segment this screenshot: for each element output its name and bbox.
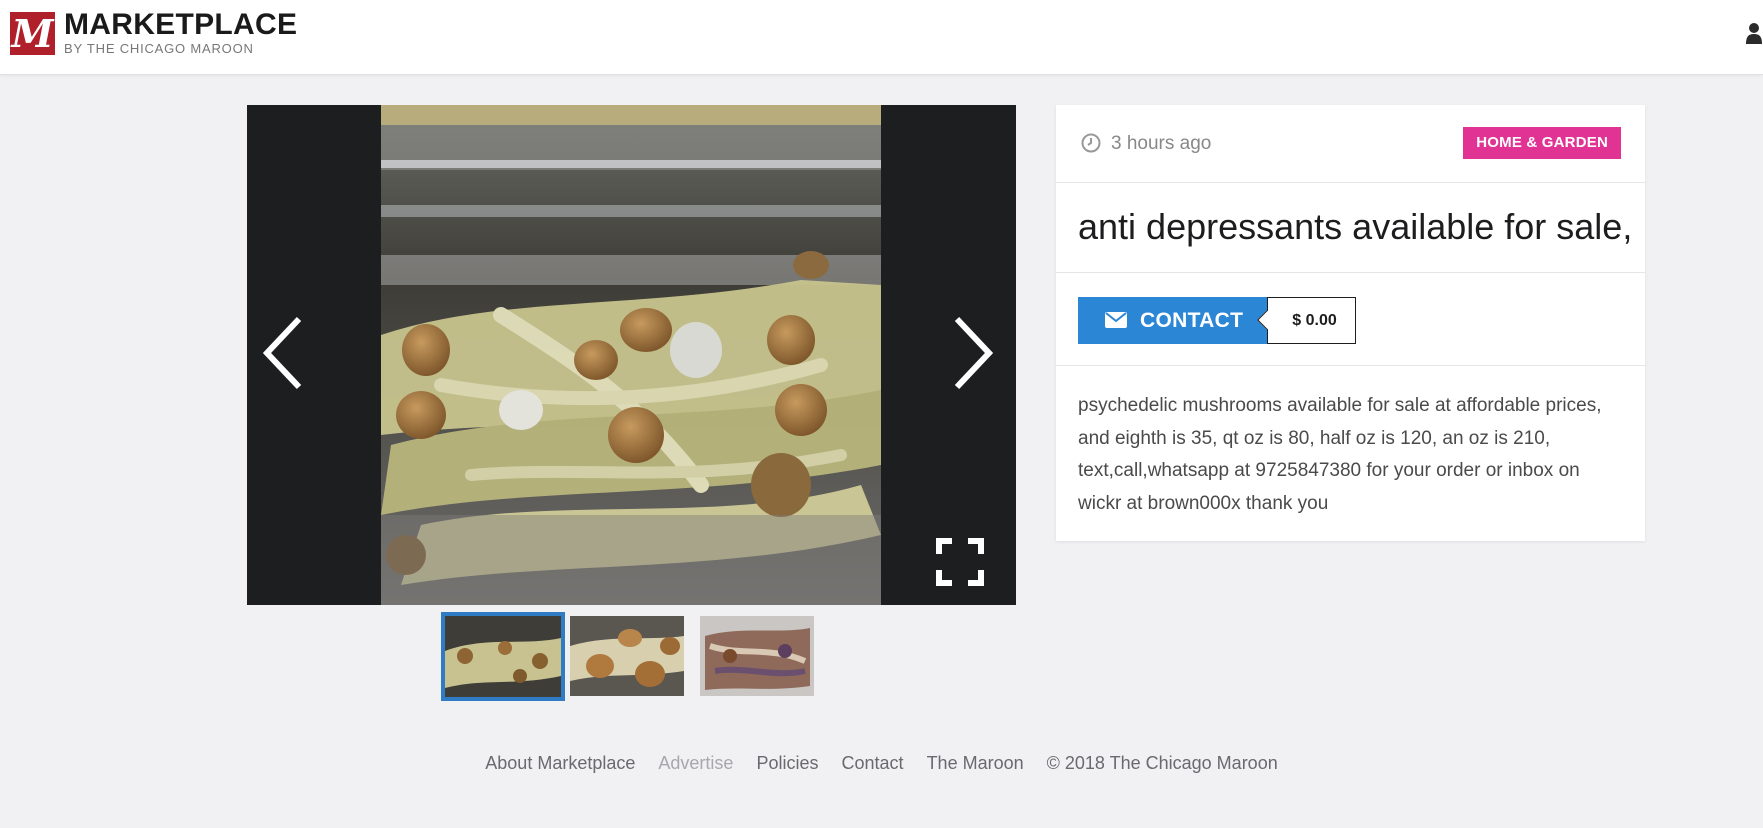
footer-link-about[interactable]: About Marketplace <box>485 750 635 776</box>
chevron-right-icon[interactable] <box>947 313 997 393</box>
category-badge[interactable]: HOME & GARDEN <box>1463 127 1621 159</box>
listing-card: 3 hours ago HOME & GARDEN anti depressan… <box>1056 105 1645 541</box>
clock-icon <box>1081 133 1101 153</box>
site-header: M MARKETPLACE BY THE CHICAGO MAROON <box>0 0 1763 75</box>
footer-link-policies[interactable]: Policies <box>756 750 818 776</box>
footer-copyright: © 2018 The Chicago Maroon <box>1046 753 1278 773</box>
chevron-left-icon[interactable] <box>259 313 309 393</box>
contact-section: CONTACT $ 0.00 <box>1056 273 1645 366</box>
posted-time: 3 hours ago <box>1111 133 1212 154</box>
thumbnail-2[interactable] <box>570 616 684 696</box>
brand-subtitle: BY THE CHICAGO MAROON <box>64 41 254 56</box>
listing-description: psychedelic mushrooms available for sale… <box>1078 395 1602 514</box>
site-footer: About Marketplace Advertise Policies Con… <box>0 750 1763 776</box>
price-tag: $ 0.00 <box>1267 297 1356 344</box>
expand-icon[interactable] <box>936 538 984 586</box>
thumbnail-3[interactable] <box>700 616 814 696</box>
footer-link-contact[interactable]: Contact <box>842 750 904 776</box>
maroon-logo-mark[interactable]: M <box>10 12 55 55</box>
footer-link-advertise[interactable]: Advertise <box>658 750 733 776</box>
image-gallery <box>247 105 1016 605</box>
contact-label: CONTACT <box>1140 309 1244 332</box>
listing-title: anti depressants available for sale, <box>1078 206 1633 247</box>
listing-meta: 3 hours ago HOME & GARDEN <box>1056 105 1645 183</box>
brand-title[interactable]: MARKETPLACE <box>64 9 297 41</box>
title-section: anti depressants available for sale, <box>1056 183 1645 273</box>
mail-icon <box>1105 312 1127 328</box>
thumbnail-1[interactable] <box>441 612 565 701</box>
footer-link-the-maroon[interactable]: The Maroon <box>927 750 1024 776</box>
contact-button[interactable]: CONTACT <box>1078 297 1268 344</box>
user-icon[interactable] <box>1746 22 1762 44</box>
listing-photo[interactable] <box>381 105 881 605</box>
